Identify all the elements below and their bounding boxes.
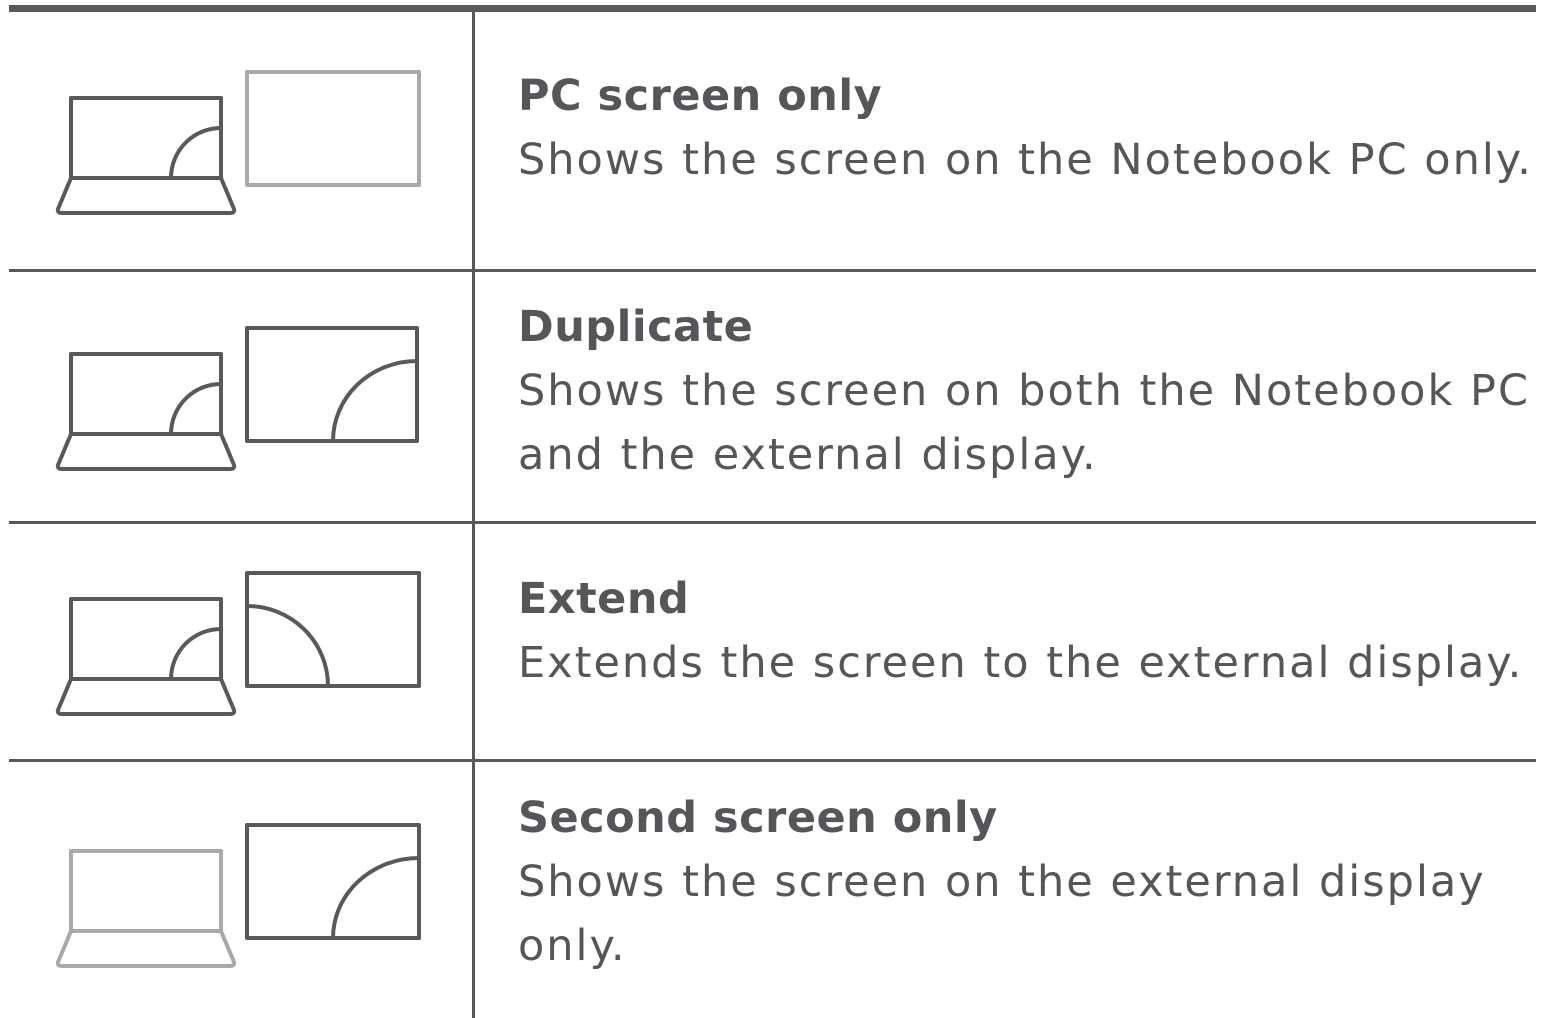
mode-title: Second screen only xyxy=(518,793,998,843)
mode-description: only. xyxy=(518,921,627,971)
mode-text-pc-screen-only: PC screen only Shows the screen on the N… xyxy=(518,64,1538,192)
row-divider xyxy=(9,759,1536,762)
mode-title: Duplicate xyxy=(518,302,754,352)
duplicate-icon xyxy=(50,321,430,481)
mode-description: and the external display. xyxy=(518,430,1098,480)
mode-text-extend: Extend Extends the screen to the externa… xyxy=(518,567,1538,695)
mode-description: Shows the screen on both the Notebook PC xyxy=(518,366,1531,416)
column-divider xyxy=(472,12,475,1018)
table-top-border xyxy=(9,5,1536,12)
mode-title: PC screen only xyxy=(518,71,883,121)
mode-text-duplicate: Duplicate Shows the screen on both the N… xyxy=(518,295,1538,487)
mode-description: Shows the screen on the external display xyxy=(518,857,1486,907)
extend-icon xyxy=(50,566,430,726)
pc-screen-only-icon xyxy=(50,65,430,225)
second-screen-only-icon xyxy=(50,818,430,978)
row-divider xyxy=(9,521,1536,524)
mode-text-second-screen-only: Second screen only Shows the screen on t… xyxy=(518,786,1538,978)
mode-title: Extend xyxy=(518,574,690,624)
mode-description: Shows the screen on the Notebook PC only… xyxy=(518,135,1533,185)
row-divider xyxy=(9,269,1536,272)
mode-description: Extends the screen to the external displ… xyxy=(518,638,1524,688)
